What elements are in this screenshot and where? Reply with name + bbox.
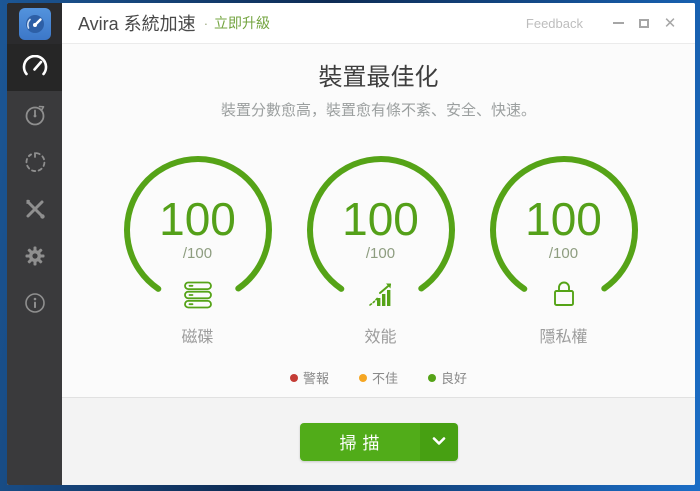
close-button[interactable]: ✕ <box>657 12 683 34</box>
window-frame: Avira 系統加速 · 立即升級 Feedback ✕ 裝置最佳化 裝置分數愈… <box>0 0 700 491</box>
legend-label-poor: 不佳 <box>371 371 398 386</box>
timer-icon <box>25 105 44 125</box>
gauges-row: 100 /100 磁碟 100 /100 效能 100 /100 隱私權 <box>62 120 695 347</box>
avira-app-logo <box>18 7 51 40</box>
gauge-dial: 100 /100 <box>488 154 640 306</box>
page-subtitle: 裝置分數愈高，裝置愈有條不紊、安全、快速。 <box>220 102 536 119</box>
gauge-privacy[interactable]: 100 /100 隱私權 <box>472 154 655 347</box>
gauge-label-privacy: 隱私權 <box>539 329 588 346</box>
gauge-score-max: /100 <box>365 245 396 262</box>
good-dot-icon <box>428 373 436 382</box>
gauge-performance[interactable]: 100 /100 效能 <box>289 154 472 347</box>
gauge-dial: 100 /100 <box>305 154 457 306</box>
lock-icon <box>553 281 574 306</box>
legend-item-poor: 不佳 <box>358 368 398 387</box>
app-window: Avira 系統加速 · 立即升級 Feedback ✕ 裝置最佳化 裝置分數愈… <box>7 3 695 485</box>
content-area: 裝置最佳化 裝置分數愈高，裝置愈有條不紊、安全、快速。 100 /100 磁碟 … <box>62 44 695 397</box>
gauge-disk[interactable]: 100 /100 磁碟 <box>106 154 289 347</box>
gear-icon <box>25 246 44 265</box>
title-separator: · <box>203 15 209 31</box>
gauge-score: 100 <box>159 193 236 245</box>
scan-button[interactable]: 掃描 <box>299 422 420 461</box>
sidebar-item-info[interactable] <box>7 279 62 326</box>
score-legend: 警報 不佳 良好 <box>62 368 695 387</box>
minimize-icon <box>612 22 624 24</box>
gauge-label-performance: 效能 <box>364 329 397 346</box>
sidebar-item-settings[interactable] <box>7 232 62 279</box>
gauge-score: 100 <box>342 193 419 245</box>
alert-dot-icon <box>289 373 298 382</box>
legend-item-alert: 警報 <box>289 368 329 387</box>
title-bar: Avira 系統加速 · 立即升級 Feedback ✕ <box>62 3 695 44</box>
legend-item-good: 良好 <box>428 368 467 387</box>
sidebar-item-speedup[interactable] <box>7 91 62 138</box>
page-title: 裝置最佳化 <box>318 64 439 91</box>
sidebar-item-tools[interactable] <box>7 185 62 232</box>
maximize-button[interactable] <box>631 12 657 34</box>
gauge-dial: 100 /100 <box>122 154 274 309</box>
gauge-label-disk: 磁碟 <box>181 329 214 346</box>
scan-button-group: 掃描 <box>299 422 458 461</box>
feedback-link[interactable]: Feedback <box>526 16 583 31</box>
titlebar-controls: Feedback ✕ <box>526 12 683 34</box>
main-panel: Avira 系統加速 · 立即升級 Feedback ✕ 裝置最佳化 裝置分數愈… <box>62 3 695 485</box>
minimize-button[interactable] <box>605 12 631 34</box>
gauge-score-max: /100 <box>548 245 579 262</box>
performance-icon <box>368 283 391 306</box>
footer-bar: 掃描 <box>62 397 695 485</box>
app-title: Avira 系統加速 <box>78 14 196 34</box>
gauge-score-max: /100 <box>182 245 213 262</box>
gauge-score: 100 <box>525 193 602 245</box>
tools-icon <box>26 199 45 219</box>
speedometer-icon <box>22 54 47 75</box>
disk-icon <box>183 281 212 309</box>
chevron-down-icon <box>432 437 445 445</box>
legend-label-alert: 警報 <box>302 371 329 386</box>
info-icon <box>24 292 45 313</box>
upgrade-now-link[interactable]: 立即升級 <box>214 13 270 33</box>
legend-label-good: 良好 <box>441 371 468 386</box>
sidebar <box>7 3 62 485</box>
scan-options-dropdown[interactable] <box>419 422 458 461</box>
sidebar-header <box>7 3 62 44</box>
sidebar-item-optimization[interactable] <box>7 44 62 91</box>
maximize-icon <box>639 18 649 28</box>
sidebar-item-boot-optimizer[interactable] <box>7 138 62 185</box>
poor-dot-icon <box>358 373 367 382</box>
boot-optimizer-icon <box>25 151 45 172</box>
speedometer-logo-icon <box>25 14 44 33</box>
